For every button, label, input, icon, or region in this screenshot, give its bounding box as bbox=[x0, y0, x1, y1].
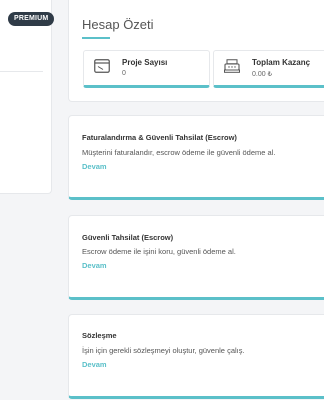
continue-link[interactable]: Devam bbox=[82, 261, 107, 270]
feature-description: Escrow ödeme ile işini koru, güvenli öde… bbox=[82, 247, 236, 256]
feature-title: Sözleşme bbox=[82, 331, 117, 340]
feature-card-escrow: Güvenli Tahsilat (Escrow) Escrow ödeme i… bbox=[68, 215, 324, 300]
browser-window-icon bbox=[94, 59, 110, 73]
summary-title: Hesap Özeti bbox=[82, 17, 154, 32]
continue-link[interactable]: Devam bbox=[82, 162, 107, 171]
stat-label: Proje Sayısı bbox=[122, 58, 168, 67]
title-underline bbox=[82, 37, 110, 39]
cash-register-icon bbox=[224, 59, 240, 73]
stat-total-earnings: Toplam Kazanç 0.00 ₺ bbox=[213, 50, 324, 88]
feature-title: Faturalandırma & Güvenli Tahsilat (Escro… bbox=[82, 133, 237, 142]
premium-badge: PREMIUM bbox=[8, 12, 55, 26]
sidebar-divider bbox=[0, 71, 43, 72]
account-summary-card: Hesap Özeti Proje Sayısı 0 Toplam Kazanç… bbox=[68, 0, 324, 102]
sidebar-card: PREMIUM bbox=[0, 0, 55, 194]
feature-description: Müşterini faturalandır, escrow ödeme ile… bbox=[82, 148, 276, 157]
feature-card-contract: Sözleşme İşin için gerekli sözleşmeyi ol… bbox=[68, 314, 324, 399]
stat-label: Toplam Kazanç bbox=[252, 58, 311, 67]
stat-project-count: Proje Sayısı 0 bbox=[83, 50, 210, 88]
feature-card-billing-escrow: Faturalandırma & Güvenli Tahsilat (Escro… bbox=[68, 115, 324, 200]
stat-value: 0 bbox=[122, 70, 126, 77]
feature-title: Güvenli Tahsilat (Escrow) bbox=[82, 233, 174, 242]
stat-value: 0.00 ₺ bbox=[252, 71, 273, 78]
feature-description: İşin için gerekli sözleşmeyi oluştur, gü… bbox=[82, 346, 245, 355]
continue-link[interactable]: Devam bbox=[82, 360, 107, 369]
